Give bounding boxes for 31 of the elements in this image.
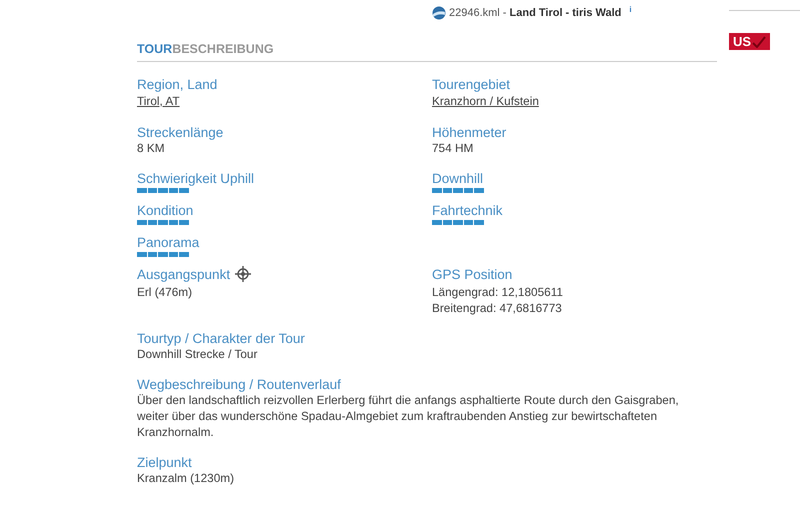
field-label: Streckenlänge <box>137 124 224 140</box>
field-label: Zielpunkt <box>137 454 192 470</box>
field-label: Panorama <box>137 234 200 250</box>
section-title: TOURBESCHREIBUNG <box>137 42 717 62</box>
field-label: Region, Land <box>137 76 218 92</box>
field-value: 754 HM <box>432 140 474 156</box>
field-value: Kranzalm (1230m) <box>137 470 236 486</box>
field-value: Breitengrad: 47,6816773 <box>432 300 563 316</box>
field-value: 8 KM <box>137 140 166 156</box>
field-value: Längengrad: 12,1805611 <box>432 284 564 300</box>
field-label: Ausgangspunkt <box>137 266 230 282</box>
field-label: Downhill <box>432 170 484 186</box>
crosshair-icon[interactable] <box>234 264 252 282</box>
globe-icon <box>432 6 446 20</box>
field-label: Tourtyp / Charakter der Tour <box>137 330 305 346</box>
field-link[interactable]: Kranzhorn / Kufstein <box>432 93 539 109</box>
info-mark[interactable]: i <box>629 5 632 14</box>
field-value: Downhill Strecke / Tour <box>137 346 258 362</box>
field-label: Wegbeschreibung / Routenverlauf <box>137 376 341 392</box>
field-link[interactable]: Tirol, AT <box>137 93 180 109</box>
field-label: GPS Position <box>432 266 512 282</box>
field-label: Kondition <box>137 202 194 218</box>
field-value: Erl (476m) <box>137 284 194 300</box>
language-badge[interactable]: US <box>729 33 770 50</box>
field-label: Höhenmeter <box>432 124 506 140</box>
check-icon <box>752 36 766 48</box>
field-label: Schwierigkeit Uphill <box>137 170 254 186</box>
field-label: Tourengebiet <box>432 76 510 92</box>
field-value: Über den landschaftlich reizvollen Erlerberg führt die anfangs asphaltierte Route durch den Gaisgraben, weiter über das wunderschöne Spadau-Almgebiet zum kraftraubenden Anstieg zur bewirtschafteten Kranzhornalm. <box>137 392 680 440</box>
field-label: Fahrtechnik <box>432 202 503 218</box>
kml-link[interactable]: 22946.kml - Land Tirol - tiris Wald <box>449 7 622 19</box>
